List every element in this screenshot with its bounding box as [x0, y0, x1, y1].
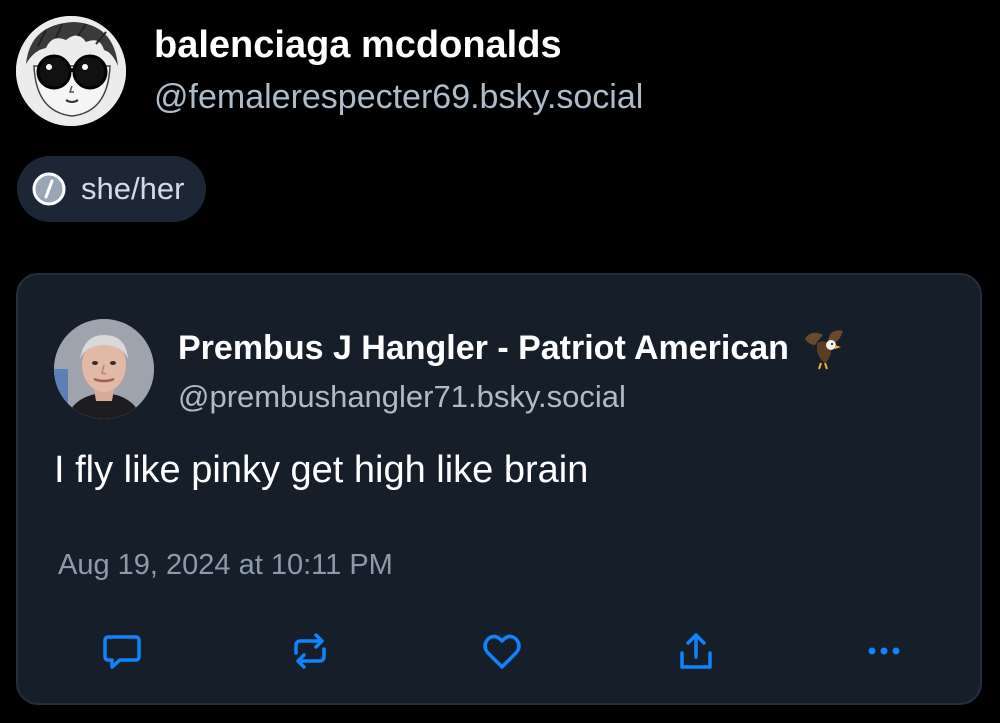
quoted-author-name[interactable]: Prembus J Hangler - Patriot American [178, 325, 847, 371]
share-button[interactable] [666, 621, 726, 681]
profile-handle[interactable]: @femalerespecter69.bsky.social [154, 78, 643, 117]
cartoon-sunglasses-avatar-icon [16, 16, 126, 126]
share-icon [680, 633, 712, 669]
post-timestamp[interactable]: Aug 19, 2024 at 10:11 PM [58, 549, 393, 582]
person-photo-icon [54, 319, 154, 419]
post-action-bar [18, 621, 980, 681]
quoted-author-name-text: Prembus J Hangler - Patriot American [178, 328, 789, 367]
avatar[interactable] [16, 16, 126, 126]
profile-header: balenciaga mcdonalds @femalerespecter69.… [16, 14, 976, 134]
more-options-button[interactable] [854, 621, 914, 681]
quoted-author-handle[interactable]: @prembushangler71.bsky.social [178, 379, 626, 415]
reply-icon [103, 635, 141, 669]
repost-button[interactable] [280, 621, 340, 681]
eagle-icon [801, 325, 847, 371]
display-name: balenciaga mcdonalds [154, 24, 562, 66]
pronouns-badge[interactable]: she/her [17, 156, 207, 222]
reply-button[interactable] [92, 621, 152, 681]
like-icon [483, 634, 521, 669]
quoted-post-avatar[interactable] [54, 319, 154, 419]
info-icon [31, 171, 67, 207]
like-button[interactable] [472, 621, 532, 681]
repost-icon [294, 633, 326, 669]
more-icon [868, 647, 900, 655]
quoted-post-card[interactable]: Prembus J Hangler - Patriot American @pr… [16, 273, 982, 705]
pronouns-label: she/her [81, 171, 185, 206]
post-text: I fly like pinky get high like brain [54, 449, 589, 491]
